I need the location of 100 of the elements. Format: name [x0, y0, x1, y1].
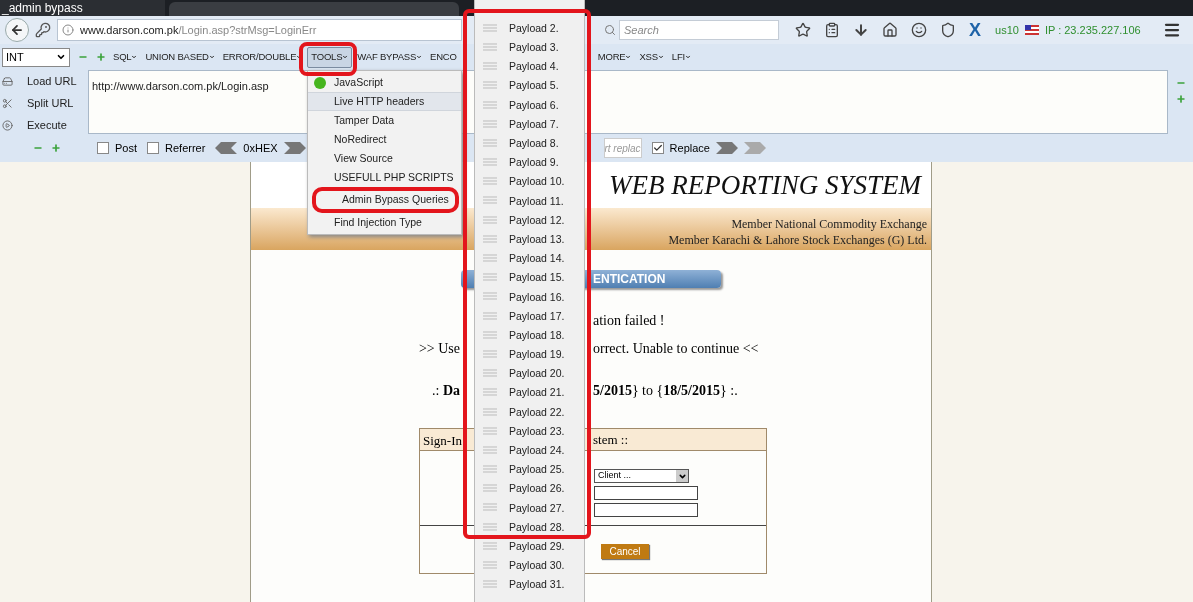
lines-icon [483, 465, 497, 476]
menu-item[interactable]: Tamper Data [308, 111, 461, 130]
menu-item[interactable]: Payload 12. [475, 214, 584, 228]
menu-item[interactable]: Payload 19. [475, 348, 584, 362]
extension-logo[interactable]: X [969, 21, 981, 39]
menu-item[interactable]: USEFULL PHP SCRIPTS [308, 168, 461, 187]
menu-item[interactable]: Payload 16. [475, 290, 584, 304]
menu-item[interactable]: XSS [636, 46, 667, 68]
scissors-icon [2, 97, 13, 109]
plus-icon[interactable] [51, 143, 61, 153]
plus-icon[interactable] [96, 52, 106, 62]
message-text: .: Da [432, 383, 460, 398]
lines-icon [483, 273, 497, 284]
menu-item[interactable]: Payload 8. [475, 137, 584, 151]
menu-item[interactable]: SQL [110, 46, 141, 68]
menu-item[interactable]: Payload 26. [475, 482, 584, 496]
menu-item[interactable]: Admin Bypass Queries [312, 187, 459, 213]
menu-item[interactable]: Payload 18. [475, 329, 584, 343]
lines-icon [483, 42, 497, 53]
caret-icon [56, 52, 66, 62]
menu-item[interactable]: Payload 7. [475, 118, 584, 132]
lines-icon [483, 388, 497, 399]
menu-item[interactable]: Payload 17. [475, 310, 584, 324]
bookmark-star-icon[interactable] [795, 22, 811, 38]
username-field[interactable] [594, 486, 698, 500]
back-button[interactable] [5, 18, 29, 42]
menu-item[interactable]: Payload 27. [475, 501, 584, 515]
checkbox[interactable] [147, 142, 159, 154]
flag-icon [1024, 25, 1039, 35]
menu-icon[interactable] [1162, 21, 1181, 39]
menu-item[interactable]: Payload 20. [475, 367, 584, 381]
menu-item[interactable]: Payload 2. [475, 22, 584, 36]
client-select[interactable]: Client ... [594, 469, 689, 483]
download-icon[interactable] [853, 22, 869, 38]
home-icon[interactable] [882, 22, 898, 38]
menu-item[interactable]: Payload 28. [475, 521, 584, 535]
menu-item[interactable]: ENCO [427, 46, 460, 68]
left-arrow-icon[interactable] [215, 142, 238, 154]
menu-item[interactable]: Payload 14. [475, 252, 584, 266]
menu-item[interactable]: Payload 31. [475, 578, 584, 592]
checkbox[interactable] [651, 142, 664, 154]
menu-item[interactable]: ERROR/DOUBLE [219, 46, 306, 68]
lines-icon [483, 292, 497, 303]
menu-item[interactable]: Payload 6. [475, 99, 584, 113]
lines-icon [483, 119, 497, 130]
action-button[interactable]: Split URL [27, 94, 74, 112]
lines-icon [483, 215, 497, 226]
caret-icon [208, 54, 215, 60]
right-arrow-icon[interactable] [743, 142, 766, 154]
type-select[interactable]: INT [2, 47, 70, 67]
shield-icon[interactable] [940, 22, 956, 38]
menu-item[interactable]: Payload 11. [475, 194, 584, 208]
clipboard-icon[interactable] [824, 22, 840, 38]
back-arrow-icon [10, 23, 24, 37]
menu-item[interactable]: Payload 24. [475, 444, 584, 458]
caret-icon [685, 54, 691, 60]
lines-icon [483, 196, 497, 207]
caret-icon [657, 54, 664, 60]
menu-item[interactable]: UNION BASED [142, 46, 218, 68]
lines-icon [483, 254, 497, 265]
menu-item[interactable]: Payload 10. [475, 175, 584, 189]
menu-item[interactable]: Live HTTP headers [308, 92, 461, 111]
plus-icon[interactable] [1176, 94, 1186, 104]
action-button[interactable]: Load URL [27, 72, 77, 90]
right-arrow-icon[interactable] [715, 142, 738, 154]
action-button[interactable]: Execute [27, 116, 67, 134]
menu-item[interactable]: LFI [668, 46, 694, 68]
menu-item[interactable]: WAF BYPASS [354, 46, 426, 68]
signin-title: stem :: [593, 430, 629, 449]
menu-item[interactable]: Payload 9. [475, 156, 584, 170]
menu-item[interactable]: TOOLS [307, 46, 353, 68]
address-field[interactable]: www.darson.com.pk/Login.asp?strMsg=LoginErr [57, 19, 462, 41]
menu-item[interactable]: Payload 21. [475, 386, 584, 400]
menu-item[interactable]: Payload 13. [475, 233, 584, 247]
menu-item[interactable]: Find Injection Type [308, 213, 461, 232]
search-field[interactable]: Search [619, 20, 779, 40]
checkbox[interactable] [97, 142, 109, 154]
checkbox-label: Replace [669, 140, 710, 156]
menu-item[interactable]: Payload 15. [475, 271, 584, 285]
menu-item[interactable]: Payload 25. [475, 463, 584, 477]
menu-item[interactable]: Payload 5. [475, 79, 584, 93]
menu-item[interactable]: Payload 29. [475, 540, 584, 554]
smiley-icon[interactable] [911, 22, 927, 38]
message-text: >> Use [418, 341, 460, 356]
check-icon [652, 143, 663, 153]
member-line: Member National Commodity Exchange [731, 216, 927, 232]
menu-item[interactable]: Payload 30. [475, 559, 584, 573]
menu-item[interactable]: Payload 23. [475, 425, 584, 439]
menu-item[interactable]: Payload 3. [475, 41, 584, 55]
lines-icon [483, 81, 497, 92]
key-icon[interactable] [35, 22, 51, 38]
menu-item[interactable]: JavaScript [308, 73, 461, 92]
info-icon [62, 24, 74, 36]
right-arrow-icon[interactable] [283, 142, 306, 154]
menu-item[interactable]: MORE [594, 46, 635, 68]
menu-item[interactable]: Payload 22. [475, 406, 584, 420]
lines-icon [483, 330, 497, 341]
browser-tab[interactable]: _admin bypass [0, 0, 165, 16]
menu-item[interactable]: View Source [308, 149, 461, 168]
password-field[interactable] [594, 503, 698, 517]
